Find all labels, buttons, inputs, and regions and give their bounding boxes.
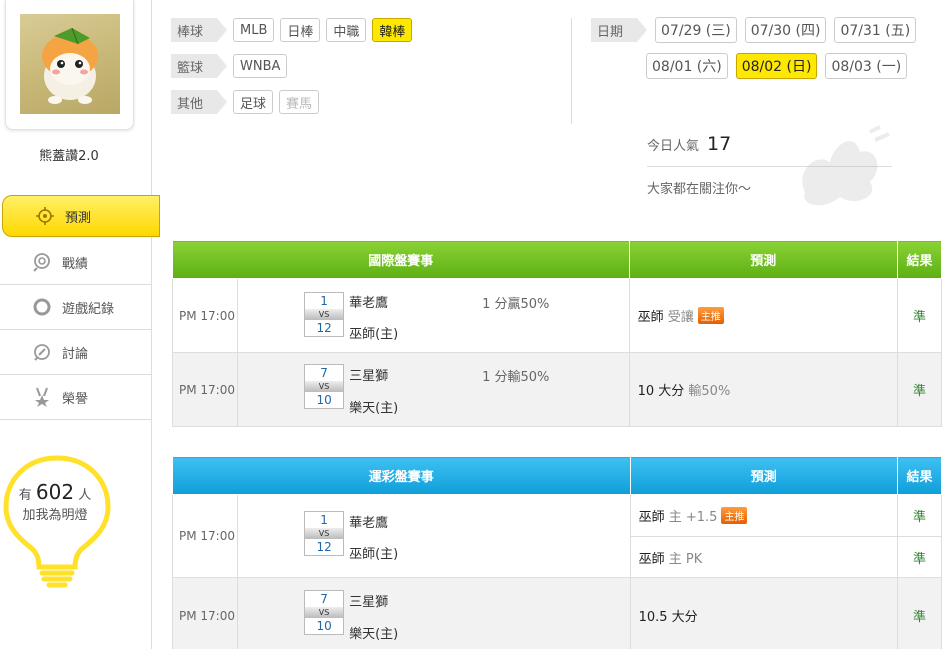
top-pick-badge: 主推 [721,507,748,524]
result-mark: 準 [896,352,943,427]
date-0803[interactable]: 08/03 (一) [825,53,908,79]
tag-kbo[interactable]: 韓棒 [372,18,413,42]
game-time: PM 17:00 [171,494,239,578]
intl-header: 國際盤賽事 [172,240,630,279]
matchup: 7 VS 10 三星獅 樂天(主) 1 分輸50% [237,352,630,427]
score-box: 7 VS 10 [304,364,345,409]
avatar[interactable] [20,14,120,114]
prediction: 10 大分 輸50% [628,352,898,427]
matchup: 1 VS 12 華老鷹 巫師(主) [237,494,631,578]
prediction: 巫師 主 PK [629,536,898,578]
divider [571,18,572,124]
home-team: 樂天(主) [349,627,399,642]
sidebar-item-label: 榮譽 [62,391,89,407]
sidebar-item-discussion[interactable]: 討論 [0,330,152,375]
category-label: 棒球 [171,18,227,42]
filter-baseball: 棒球 MLB 日棒 中職 韓棒 [171,18,413,42]
date-row-1: 日期 07/29 (三) 07/30 (四) 07/31 (五) [591,17,917,43]
tag-soccer[interactable]: 足球 [233,90,274,114]
odds-line: 1 分贏50% [482,297,550,312]
result-header: 結果 [896,456,943,495]
away-team: 三星獅 [349,369,389,384]
pred-header: 預測 [628,240,898,279]
lamp-cta: 加我為明燈 [22,508,88,523]
date-0729[interactable]: 07/29 (三) [655,17,737,43]
prediction: 10.5 大分 [629,577,898,649]
lamp-counter[interactable]: 有 602 人 加我為明燈 [5,482,105,526]
game-time: PM 17:00 [171,278,239,353]
result-mark: 準 [896,494,943,537]
sidebar: 熊蓋讚2.0 預測 戰績 遊戲紀錄 討論 榮譽 有 602 人 加我為明燈 [0,0,160,649]
odds-line: 1 分輸50% [482,370,550,385]
chat-icon [32,342,52,362]
sidebar-nav: 預測 戰績 遊戲紀錄 討論 榮譽 [0,195,160,420]
category-label: 其他 [171,90,227,114]
sidebar-item-label: 預測 [65,210,92,226]
sports-lottery-table: 運彩盤賽事 預測 結果 PM 17:00 1 VS 12 華老鷹 巫師(主) 巫… [171,456,943,649]
away-team: 華老鷹 [349,296,389,311]
record-icon [32,252,52,272]
matchup: 7 VS 10 三星獅 樂天(主) [237,577,631,649]
tag-npb[interactable]: 日棒 [280,18,321,42]
result-mark: 準 [896,577,943,649]
pred-header: 預測 [629,456,898,495]
mascot-watermark-icon [785,122,895,210]
popularity-subtitle: 大家都在關注你～ [647,182,752,197]
matchup: 1 VS 12 華老鷹 巫師(主) 1 分贏50% [237,278,630,353]
filter-basketball: 籃球 WNBA [171,54,288,78]
intl-odds-table: 國際盤賽事 預測 結果 PM 17:00 1 VS 12 華老鷹 巫師(主) 1… [171,240,943,427]
tag-mlb[interactable]: MLB [233,18,275,42]
date-0730[interactable]: 07/30 (四) [744,17,827,43]
sidebar-item-label: 討論 [62,346,89,362]
sidebar-item-label: 遊戲紀錄 [62,301,115,317]
prediction: 巫師 受讓 主推 [628,278,898,353]
popularity: 今日人氣 17 [647,133,732,155]
home-team: 樂天(主) [349,401,399,416]
category-label: 籃球 [171,54,227,78]
avatar-frame [5,0,134,130]
popularity-count: 17 [707,133,732,155]
tag-horse-racing: 賽馬 [279,90,320,114]
tag-cpbl[interactable]: 中職 [326,18,367,42]
table-row[interactable]: PM 17:00 1 VS 12 華老鷹 巫師(主) 1 分贏50% 巫師 受讓… [171,278,943,353]
medal-icon [32,387,52,407]
username[interactable]: 熊蓋讚2.0 [0,145,138,164]
lamp-count: 602 [35,480,75,504]
date-0802[interactable]: 08/02 (日) [735,53,818,79]
category-label: 日期 [591,18,647,42]
table-row[interactable]: PM 17:00 7 VS 10 三星獅 樂天(主) 10.5 大分 準 [171,577,943,649]
sidebar-item-label: 戰績 [62,256,89,272]
app-root: 熊蓋讚2.0 預測 戰績 遊戲紀錄 討論 榮譽 有 602 人 加我為明燈 棒球… [0,0,946,649]
score-box: 1 VS 12 [304,292,345,337]
date-0801[interactable]: 08/01 (六) [646,53,728,79]
sidebar-item-honor[interactable]: 榮譽 [0,375,152,420]
ring-icon [32,297,52,317]
sidebar-item-predict[interactable]: 預測 [2,195,160,237]
sidebar-item-record[interactable]: 戰績 [0,240,152,285]
result-header: 結果 [896,240,943,279]
target-icon [35,206,55,226]
result-mark: 準 [896,278,943,353]
game-time: PM 17:00 [171,352,239,427]
away-team: 華老鷹 [349,516,389,531]
result-mark: 準 [896,536,943,578]
tag-wnba[interactable]: WNBA [233,54,288,78]
prediction: 巫師 主 +1.5 主推 [629,494,898,537]
filter-other: 其他 足球 賽馬 [171,90,320,114]
sidebar-item-game-log[interactable]: 遊戲紀錄 [0,285,152,330]
table-row[interactable]: PM 17:00 1 VS 12 華老鷹 巫師(主) 巫師 主 +1.5 主推 準 [171,494,943,578]
home-team: 巫師(主) [349,327,399,342]
away-team: 三星獅 [349,595,389,610]
table-row[interactable]: PM 17:00 7 VS 10 三星獅 樂天(主) 1 分輸50% 10 大分… [171,352,943,427]
score-box: 1 VS 12 [304,511,345,556]
date-0731[interactable]: 07/31 (五) [834,17,917,43]
game-time: PM 17:00 [171,577,239,649]
score-box: 7 VS 10 [304,590,345,635]
date-row-2: 08/01 (六) 08/02 (日) 08/03 (一) [638,53,908,79]
top-pick-badge: 主推 [697,307,724,324]
home-team: 巫師(主) [349,547,399,562]
sport-header: 運彩盤賽事 [172,456,631,495]
